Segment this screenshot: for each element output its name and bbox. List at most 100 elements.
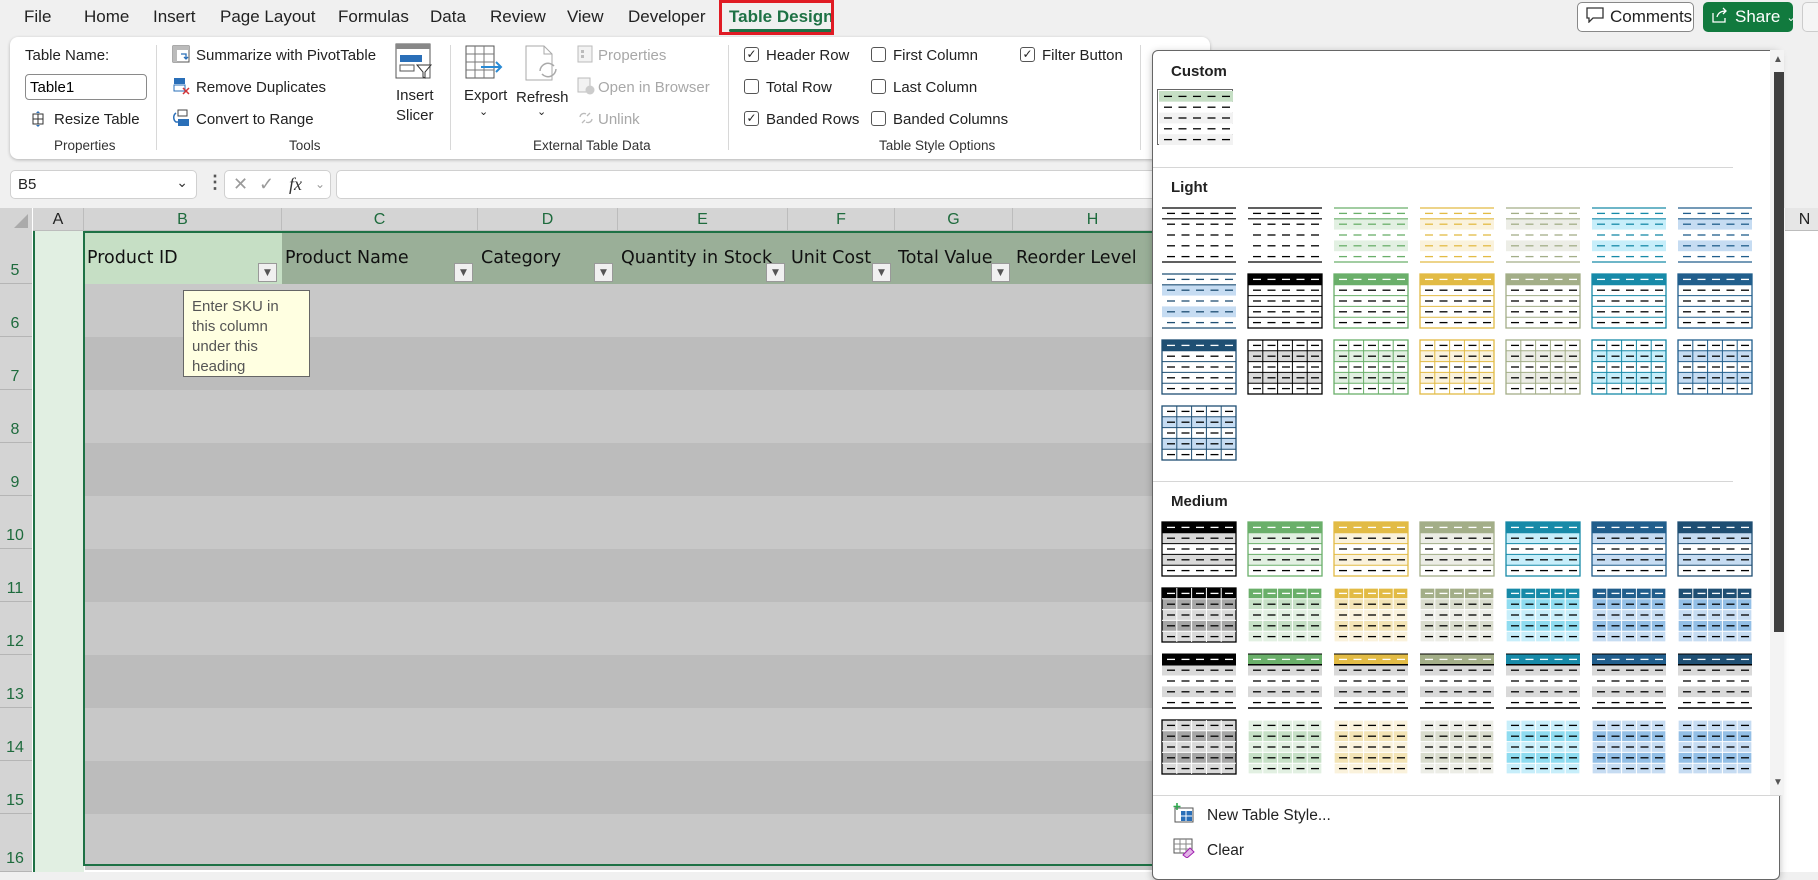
tab-developer[interactable]: Developer: [628, 7, 706, 27]
medium-style-9[interactable]: [1247, 587, 1323, 643]
tab-data[interactable]: Data: [430, 7, 466, 27]
header-cell-unit-cost[interactable]: Unit Cost ▼: [788, 233, 895, 284]
insert-function-icon[interactable]: fx: [289, 174, 302, 195]
light-style-13[interactable]: [1591, 273, 1667, 329]
share-button[interactable]: Share ⌄: [1703, 2, 1796, 32]
table-row[interactable]: [85, 443, 1175, 496]
row-header[interactable]: 16: [0, 814, 32, 872]
light-style-22[interactable]: [1161, 405, 1237, 461]
enter-icon[interactable]: ✓: [259, 174, 274, 195]
medium-style-18[interactable]: [1419, 653, 1495, 709]
light-style-19[interactable]: [1505, 339, 1581, 395]
light-style-20[interactable]: [1591, 339, 1667, 395]
row-header[interactable]: 7: [0, 337, 32, 390]
custom-style-1[interactable]: [1157, 89, 1233, 145]
light-style-10[interactable]: [1333, 273, 1409, 329]
medium-style-20[interactable]: [1591, 653, 1667, 709]
medium-style-28[interactable]: [1677, 719, 1753, 775]
filter-dropdown-icon[interactable]: ▼: [594, 263, 613, 282]
medium-style-2[interactable]: [1247, 521, 1323, 577]
comments-button[interactable]: Comments: [1577, 2, 1694, 32]
light-style-21[interactable]: [1677, 339, 1753, 395]
row-header[interactable]: 11: [0, 549, 32, 602]
row-header[interactable]: 13: [0, 655, 32, 708]
name-box[interactable]: B5 ⌄: [10, 170, 197, 199]
light-style-14[interactable]: [1677, 273, 1753, 329]
scroll-down-icon[interactable]: ▼: [1773, 777, 1783, 788]
header-cell-reorder-level[interactable]: Reorder Level: [1013, 233, 1173, 284]
column-header-n[interactable]: N: [1785, 208, 1818, 231]
column-header-g[interactable]: G: [895, 208, 1013, 231]
medium-style-16[interactable]: [1247, 653, 1323, 709]
tab-file[interactable]: File: [24, 7, 51, 27]
tab-view[interactable]: View: [567, 7, 604, 27]
column-header-b[interactable]: B: [84, 208, 282, 231]
new-table-style-button[interactable]: New Table Style...: [1173, 803, 1331, 828]
header-cell-quantity[interactable]: Quantity in Stock ▼: [618, 233, 788, 284]
light-style-18[interactable]: [1419, 339, 1495, 395]
medium-style-26[interactable]: [1505, 719, 1581, 775]
filter-dropdown-icon[interactable]: ▼: [454, 263, 473, 282]
column-header-f[interactable]: F: [788, 208, 895, 231]
tab-page-layout[interactable]: Page Layout: [220, 7, 315, 27]
table-row[interactable]: [85, 602, 1175, 655]
light-style-17[interactable]: [1333, 339, 1409, 395]
medium-style-24[interactable]: [1333, 719, 1409, 775]
medium-style-27[interactable]: [1591, 719, 1667, 775]
medium-style-14[interactable]: [1677, 587, 1753, 643]
gallery-scrollbar[interactable]: ▲ ▼: [1770, 50, 1784, 795]
scroll-up-icon[interactable]: ▲: [1773, 54, 1783, 65]
row-header[interactable]: 5: [0, 231, 32, 284]
select-all-button[interactable]: [0, 208, 32, 231]
light-style-12[interactable]: [1505, 273, 1581, 329]
column-header-c[interactable]: C: [282, 208, 478, 231]
filter-dropdown-icon[interactable]: ▼: [991, 263, 1010, 282]
medium-style-25[interactable]: [1419, 719, 1495, 775]
medium-style-3[interactable]: [1333, 521, 1409, 577]
light-style-1[interactable]: [1161, 207, 1237, 263]
row-header[interactable]: 6: [0, 284, 32, 337]
filter-dropdown-icon[interactable]: ▼: [872, 263, 891, 282]
medium-style-1[interactable]: [1161, 521, 1237, 577]
filter-dropdown-icon[interactable]: ▼: [258, 263, 277, 282]
row-header[interactable]: 15: [0, 761, 32, 814]
light-style-3[interactable]: [1333, 207, 1409, 263]
tab-insert[interactable]: Insert: [153, 7, 196, 27]
column-header-d[interactable]: D: [478, 208, 618, 231]
row-header[interactable]: 12: [0, 602, 32, 655]
drag-handle-icon[interactable]: ⋮: [206, 172, 224, 193]
light-style-11[interactable]: [1419, 273, 1495, 329]
column-header-h[interactable]: H: [1013, 208, 1173, 231]
header-cell-product-name[interactable]: Product Name ▼: [282, 233, 478, 284]
medium-style-12[interactable]: [1505, 587, 1581, 643]
light-style-7[interactable]: [1677, 207, 1753, 263]
light-style-8[interactable]: [1161, 273, 1237, 329]
medium-style-8[interactable]: [1161, 587, 1237, 643]
table-row[interactable]: [85, 496, 1175, 549]
light-style-16[interactable]: [1247, 339, 1323, 395]
header-cell-product-id[interactable]: Product ID ▼: [84, 233, 282, 284]
medium-style-15[interactable]: [1161, 653, 1237, 709]
header-cell-category[interactable]: Category ▼: [478, 233, 618, 284]
tab-home[interactable]: Home: [84, 7, 129, 27]
scrollbar-thumb[interactable]: [1774, 72, 1784, 632]
header-cell-total-value[interactable]: Total Value ▼: [895, 233, 1013, 284]
medium-style-11[interactable]: [1419, 587, 1495, 643]
table-row[interactable]: [85, 708, 1175, 761]
medium-style-13[interactable]: [1591, 587, 1667, 643]
row-header[interactable]: 14: [0, 708, 32, 761]
medium-style-7[interactable]: [1677, 521, 1753, 577]
formula-input[interactable]: [336, 170, 1166, 199]
row-header[interactable]: 10: [0, 496, 32, 549]
table-row[interactable]: [85, 390, 1175, 443]
clear-button[interactable]: Clear: [1173, 838, 1244, 863]
table-row[interactable]: [85, 655, 1175, 708]
light-style-9[interactable]: [1247, 273, 1323, 329]
cancel-icon[interactable]: ✕: [233, 174, 248, 195]
light-style-5[interactable]: [1505, 207, 1581, 263]
filter-dropdown-icon[interactable]: ▼: [766, 263, 785, 282]
medium-style-17[interactable]: [1333, 653, 1409, 709]
table-row[interactable]: [85, 761, 1175, 814]
row-header[interactable]: 9: [0, 443, 32, 496]
light-style-15[interactable]: [1161, 339, 1237, 395]
